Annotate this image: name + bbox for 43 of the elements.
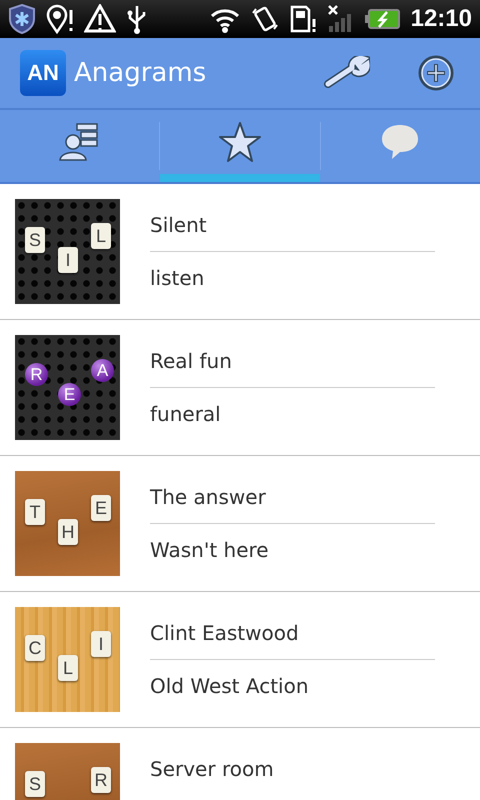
letter-tile: S xyxy=(25,227,45,253)
letter-tile: I xyxy=(91,631,111,657)
usb-icon xyxy=(126,4,148,34)
phrase-text: The answer xyxy=(150,484,267,511)
anagram-item[interactable]: R E A Real fun funeral xyxy=(0,320,480,456)
anagram-text: listen xyxy=(150,251,435,304)
anagram-item[interactable]: T H E The answer Wasn't here xyxy=(0,456,480,592)
phrase-text: Server room xyxy=(150,756,275,783)
warning-icon xyxy=(84,4,116,34)
battery-charging-icon xyxy=(364,8,401,30)
speech-bubble-icon xyxy=(380,123,420,161)
phrase-text: Clint Eastwood xyxy=(150,620,300,647)
letter-tile: I xyxy=(58,247,78,273)
add-icon xyxy=(418,55,454,91)
letter-tile: E xyxy=(91,495,111,521)
anagram-text: Old West Action xyxy=(150,659,435,712)
star-icon xyxy=(218,121,262,163)
anagram-text: Wasn't here xyxy=(150,523,435,576)
app-title: Anagrams xyxy=(74,58,208,88)
rotation-icon xyxy=(250,5,279,33)
anagram-item[interactable]: S R Server room xyxy=(0,728,480,800)
app-logo: AN xyxy=(20,50,66,96)
phrase-text: Silent xyxy=(150,212,208,239)
clock-time: 12:10 xyxy=(410,5,472,33)
letter-ball: A xyxy=(91,359,114,382)
phrase-text: Real fun xyxy=(150,348,233,375)
letter-tile: L xyxy=(91,223,111,249)
anagram-item[interactable]: S I L Silent listen xyxy=(0,184,480,320)
letter-ball: E xyxy=(58,383,81,406)
sim-alert-icon xyxy=(288,5,317,33)
letter-tile: H xyxy=(58,519,78,545)
letter-ball: R xyxy=(25,363,48,386)
letter-tile: T xyxy=(25,499,45,525)
letter-tile: C xyxy=(25,635,45,661)
anagram-item[interactable]: C L I Clint Eastwood Old West Action xyxy=(0,592,480,728)
anagram-text: funeral xyxy=(150,387,435,440)
letter-tile: L xyxy=(58,655,78,681)
letter-tile: S xyxy=(25,771,45,797)
wrench-icon xyxy=(324,56,370,90)
location-alert-icon xyxy=(46,4,74,34)
letter-tile: R xyxy=(91,767,111,793)
contact-list-icon xyxy=(58,122,101,162)
shield-icon xyxy=(8,4,36,34)
